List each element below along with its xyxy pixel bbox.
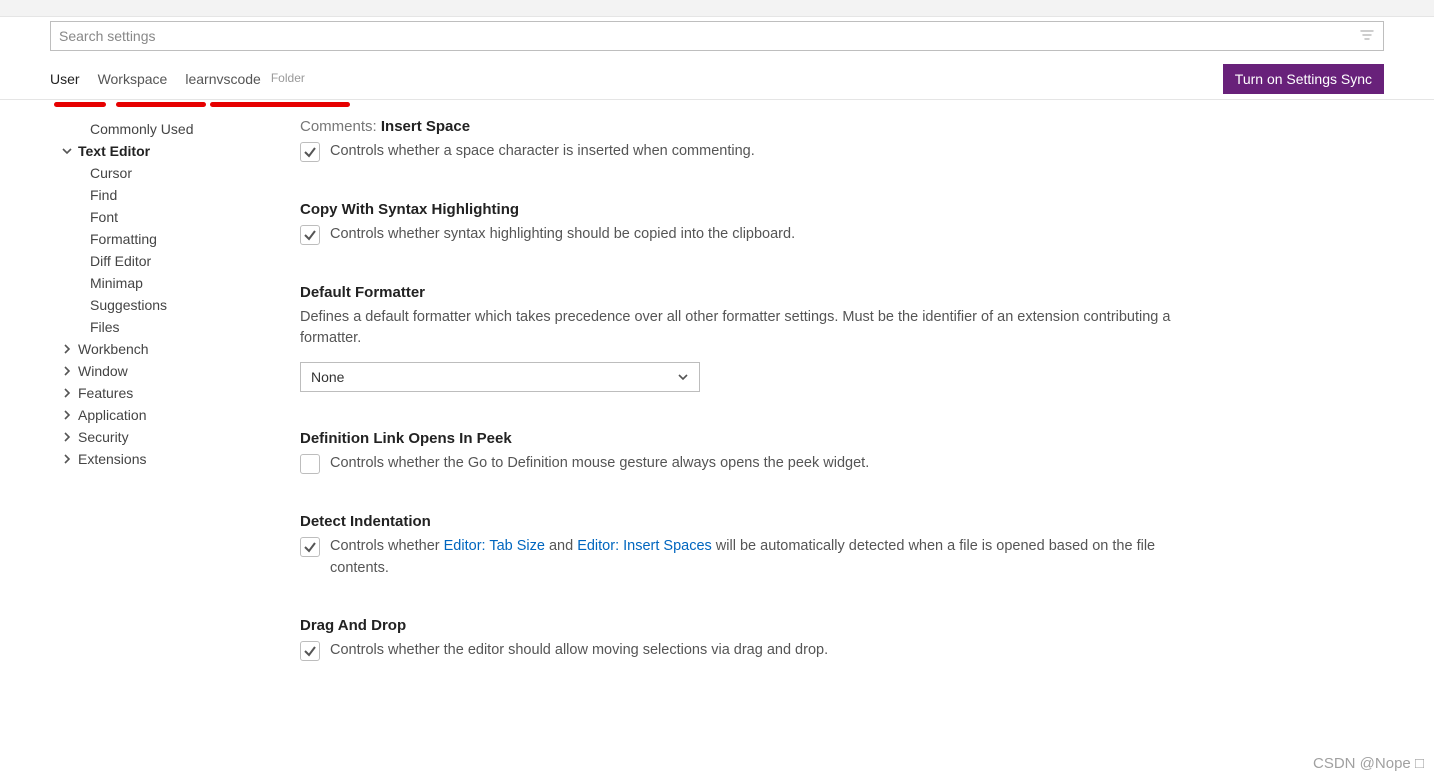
setting-category: Comments: [300,118,381,135]
sidebar-item-application[interactable]: Application [60,404,292,426]
sidebar-item-features[interactable]: Features [60,382,292,404]
setting-description: Controls whether the Go to Definition mo… [330,453,869,475]
chevron-right-icon [60,409,74,421]
sidebar-item-font[interactable]: Font [60,206,292,228]
setting-default-formatter: Default Formatter Defines a default form… [300,284,1200,393]
chevron-right-icon [60,387,74,399]
sidebar-item-workbench[interactable]: Workbench [60,338,292,360]
setting-name: Definition Link Opens In Peek [300,430,512,447]
setting-description: Controls whether a space character is in… [330,141,755,163]
setting-description: Controls whether syntax highlighting sho… [330,224,795,246]
checkbox[interactable] [300,454,320,474]
setting-name: Default Formatter [300,284,425,301]
checkbox[interactable] [300,537,320,557]
chevron-right-icon [60,343,74,355]
annotation-underline [116,102,206,107]
sidebar-item-cursor[interactable]: Cursor [60,162,292,184]
tab-workspace[interactable]: Workspace [98,67,168,99]
tab-folder[interactable]: learnvscode [185,67,261,99]
settings-tree: Commonly Used Text Editor Cursor Find Fo… [0,100,300,757]
setting-definition-link-peek: Definition Link Opens In Peek Controls w… [300,430,1200,475]
setting-description: Controls whether the editor should allow… [330,640,828,662]
sidebar-item-minimap[interactable]: Minimap [60,272,292,294]
filter-icon[interactable] [1359,28,1375,44]
setting-name: Insert Space [381,118,470,135]
setting-name: Detect Indentation [300,513,431,530]
default-formatter-select[interactable]: None [300,362,700,392]
setting-detect-indentation: Detect Indentation Controls whether Edit… [300,513,1200,580]
search-settings-box[interactable] [50,21,1384,51]
settings-sync-button[interactable]: Turn on Settings Sync [1223,64,1384,94]
checkbox[interactable] [300,225,320,245]
sidebar-item-window[interactable]: Window [60,360,292,382]
tab-user[interactable]: User [50,67,80,99]
annotation-underline [210,102,350,107]
link-editor-tab-size[interactable]: Editor: Tab Size [444,538,545,554]
link-editor-insert-spaces[interactable]: Editor: Insert Spaces [577,538,712,554]
checkbox[interactable] [300,142,320,162]
select-value: None [311,369,677,385]
annotation-underline [54,102,106,107]
settings-list[interactable]: Comments: Insert Space Controls whether … [300,100,1434,757]
setting-comments-insert-space: Comments: Insert Space Controls whether … [300,118,1200,163]
sidebar-item-text-editor[interactable]: Text Editor [60,140,292,162]
setting-name: Copy With Syntax Highlighting [300,201,519,218]
setting-description: Defines a default formatter which takes … [300,307,1200,351]
sidebar-item-files[interactable]: Files [60,316,292,338]
chevron-right-icon [60,431,74,443]
scope-tabs: User Workspace learnvscode Folder Turn o… [0,51,1434,100]
sidebar-item-extensions[interactable]: Extensions [60,448,292,470]
chevron-right-icon [60,453,74,465]
search-input[interactable] [59,28,1359,44]
chevron-down-icon [677,371,689,383]
sidebar-item-security[interactable]: Security [60,426,292,448]
setting-drag-and-drop: Drag And Drop Controls whether the edito… [300,617,1200,662]
sidebar-item-find[interactable]: Find [60,184,292,206]
sidebar-item-diff-editor[interactable]: Diff Editor [60,250,292,272]
sidebar-item-suggestions[interactable]: Suggestions [60,294,292,316]
sidebar-item-formatting[interactable]: Formatting [60,228,292,250]
watermark: CSDN @Nope □ [1313,755,1424,772]
sidebar-item-commonly-used[interactable]: Commonly Used [60,118,292,140]
checkbox[interactable] [300,641,320,661]
folder-tag: Folder [271,71,305,85]
setting-description: Controls whether Editor: Tab Size and Ed… [330,536,1200,580]
setting-copy-syntax-highlighting: Copy With Syntax Highlighting Controls w… [300,201,1200,246]
chevron-right-icon [60,365,74,377]
chevron-down-icon [60,145,74,157]
setting-name: Drag And Drop [300,617,406,634]
